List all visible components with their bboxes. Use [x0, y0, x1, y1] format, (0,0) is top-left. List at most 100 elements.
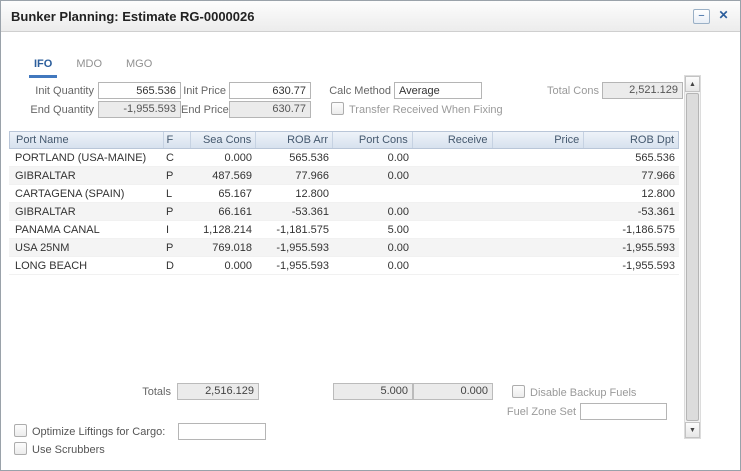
- table-cell: [493, 149, 585, 166]
- window-controls: − ✕: [693, 9, 732, 24]
- table-cell: [413, 167, 493, 184]
- table-row[interactable]: GIBRALTARP66.161-53.3610.00-53.361: [9, 203, 679, 221]
- table-cell: 12.800: [585, 185, 679, 202]
- table-cell: 1,128.214: [191, 221, 256, 238]
- table-cell: [413, 239, 493, 256]
- table-cell: [493, 167, 585, 184]
- table-cell: [413, 203, 493, 220]
- column-header-rob-dpt[interactable]: ROB Dpt: [584, 132, 678, 148]
- table-cell: -1,955.593: [256, 239, 333, 256]
- table-cell: [333, 185, 413, 202]
- tab-mgo[interactable]: MGO: [121, 58, 157, 78]
- table-cell: 12.800: [256, 185, 333, 202]
- table-row[interactable]: LONG BEACHD0.000-1,955.5930.00-1,955.593: [9, 257, 679, 275]
- table-cell: 565.536: [585, 149, 679, 166]
- totals-label: Totals: [59, 386, 171, 398]
- bunker-planning-window: Bunker Planning: Estimate RG-0000026 − ✕…: [0, 0, 741, 471]
- column-header-port-cons[interactable]: Port Cons: [333, 132, 413, 148]
- optimize-liftings-input[interactable]: [178, 423, 266, 440]
- table-row[interactable]: PANAMA CANALI1,128.214-1,181.5755.00-1,1…: [9, 221, 679, 239]
- init-quantity-label: Init Quantity: [7, 85, 94, 97]
- table-cell: -1,955.593: [256, 257, 333, 274]
- total-cons-field: 2,521.129: [602, 82, 683, 99]
- table-cell: USA 25NM: [9, 239, 163, 256]
- transfer-received-label: Transfer Received When Fixing: [349, 104, 503, 116]
- minimize-icon[interactable]: −: [693, 9, 710, 24]
- table-header: Port NameFSea ConsROB ArrPort ConsReceiv…: [9, 131, 679, 149]
- table-row[interactable]: CARTAGENA (SPAIN)L65.16712.80012.800: [9, 185, 679, 203]
- table-cell: 0.000: [191, 257, 256, 274]
- tab-ifo[interactable]: IFO: [29, 58, 57, 78]
- optimize-liftings-checkbox[interactable]: [14, 424, 27, 437]
- table-cell: [413, 257, 493, 274]
- window-title: Bunker Planning: Estimate RG-0000026: [11, 1, 254, 32]
- vertical-scrollbar[interactable]: ▲ ▼: [684, 75, 701, 439]
- table-cell: D: [163, 257, 191, 274]
- table-cell: [493, 221, 585, 238]
- table-cell: 769.018: [191, 239, 256, 256]
- totals-port-cons: 5.000: [333, 383, 413, 400]
- init-quantity-field[interactable]: [98, 82, 181, 99]
- table-cell: [413, 221, 493, 238]
- table-cell: 66.161: [191, 203, 256, 220]
- end-quantity-label: End Quantity: [7, 104, 94, 116]
- table-cell: 0.00: [333, 203, 413, 220]
- fuel-zone-set-input[interactable]: [580, 403, 667, 420]
- column-header-port-name[interactable]: Port Name: [10, 132, 164, 148]
- optimize-liftings-label: Optimize Liftings for Cargo:: [32, 426, 165, 438]
- table-cell: 0.00: [333, 149, 413, 166]
- disable-backup-fuels-checkbox[interactable]: [512, 385, 525, 398]
- table-cell: 0.000: [191, 149, 256, 166]
- table-cell: GIBRALTAR: [9, 167, 163, 184]
- table-cell: [493, 185, 585, 202]
- tab-mdo[interactable]: MDO: [71, 58, 107, 78]
- close-icon[interactable]: ✕: [715, 9, 732, 24]
- fuel-zone-set-label: Fuel Zone Set: [494, 406, 576, 418]
- calc-method-select[interactable]: [394, 82, 482, 99]
- table-row[interactable]: PORTLAND (USA-MAINE)C0.000565.5360.00565…: [9, 149, 679, 167]
- end-price-field: 630.77: [229, 101, 311, 118]
- column-header-rob-arr[interactable]: ROB Arr: [256, 132, 333, 148]
- table-cell: P: [163, 239, 191, 256]
- column-header-receive[interactable]: Receive: [413, 132, 493, 148]
- title-bar: Bunker Planning: Estimate RG-0000026 − ✕: [1, 1, 740, 32]
- table-cell: 487.569: [191, 167, 256, 184]
- scroll-down-icon[interactable]: ▼: [685, 422, 700, 438]
- table-cell: GIBRALTAR: [9, 203, 163, 220]
- table-cell: C: [163, 149, 191, 166]
- transfer-received-checkbox[interactable]: [331, 102, 344, 115]
- table-row[interactable]: USA 25NMP769.018-1,955.5930.00-1,955.593: [9, 239, 679, 257]
- table-row[interactable]: GIBRALTARP487.56977.9660.0077.966: [9, 167, 679, 185]
- scrollbar-thumb[interactable]: [686, 93, 699, 421]
- table-cell: [413, 185, 493, 202]
- table-cell: PANAMA CANAL: [9, 221, 163, 238]
- column-header-sea-cons[interactable]: Sea Cons: [191, 132, 256, 148]
- column-header-price[interactable]: Price: [493, 132, 585, 148]
- table-cell: 65.167: [191, 185, 256, 202]
- bunker-table: Port NameFSea ConsROB ArrPort ConsReceiv…: [9, 131, 679, 275]
- table-cell: 0.00: [333, 239, 413, 256]
- column-header-f[interactable]: F: [164, 132, 192, 148]
- total-cons-label: Total Cons: [519, 85, 599, 97]
- totals-receive: 0.000: [413, 383, 493, 400]
- table-cell: 77.966: [256, 167, 333, 184]
- table-cell: LONG BEACH: [9, 257, 163, 274]
- table-cell: -1,955.593: [585, 239, 679, 256]
- table-cell: 565.536: [256, 149, 333, 166]
- table-cell: PORTLAND (USA-MAINE): [9, 149, 163, 166]
- table-cell: 77.966: [585, 167, 679, 184]
- table-cell: -1,186.575: [585, 221, 679, 238]
- table-cell: I: [163, 221, 191, 238]
- end-quantity-field: -1,955.593: [98, 101, 181, 118]
- fuel-tabs: IFO MDO MGO: [29, 58, 157, 78]
- end-price-label: End Price: [181, 104, 226, 116]
- use-scrubbers-checkbox[interactable]: [14, 442, 27, 455]
- totals-sea-cons: 2,516.129: [177, 383, 259, 400]
- scroll-up-icon[interactable]: ▲: [685, 76, 700, 92]
- table-cell: 0.00: [333, 257, 413, 274]
- table-cell: [493, 239, 585, 256]
- table-cell: -1,955.593: [585, 257, 679, 274]
- table-cell: 0.00: [333, 167, 413, 184]
- init-price-field[interactable]: [229, 82, 311, 99]
- table-cell: P: [163, 203, 191, 220]
